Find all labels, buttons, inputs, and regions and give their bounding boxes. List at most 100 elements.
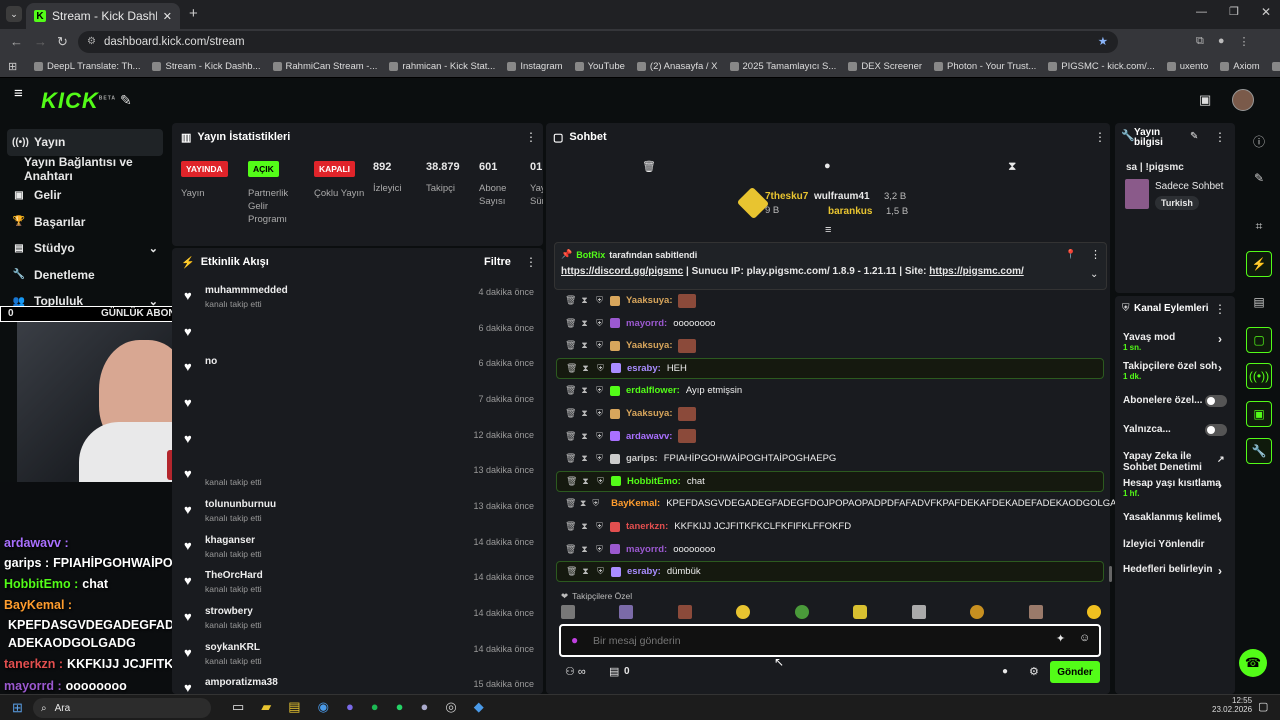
leader-3-name[interactable]: barankus: [828, 206, 872, 217]
bookmark-item[interactable]: (2) Anasayfa / X: [636, 61, 718, 72]
timeout-icon[interactable]: ⧗: [580, 521, 589, 532]
bookmark-item[interactable]: uxento: [1166, 61, 1208, 72]
timeout-icon[interactable]: ⧗: [580, 498, 586, 509]
channel-action-item[interactable]: Yalnızca...: [1123, 424, 1235, 436]
activity-item[interactable]: ♥ tolununburnuu kanalı takip etti 13 dakika…: [184, 498, 534, 534]
bookmark-item[interactable]: RahmiCan Stream -...: [272, 61, 377, 72]
timeout-icon[interactable]: ⧗: [581, 566, 590, 577]
whatsapp-icon[interactable]: ●: [396, 699, 404, 715]
bookmark-item[interactable]: Instagram: [507, 61, 563, 72]
document-icon[interactable]: ▤: [1246, 289, 1272, 315]
folder-icon[interactable]: ▤: [288, 699, 300, 715]
site-link[interactable]: https://pigsmc.com/: [929, 266, 1023, 277]
delete-icon[interactable]: 🗑: [565, 544, 576, 555]
chat-scrollbar[interactable]: [1109, 566, 1112, 582]
ban-shield-icon[interactable]: ⛨: [595, 521, 604, 532]
channel-action-item[interactable]: Yasaklanmış kelimel ›: [1123, 512, 1235, 526]
windows-start-icon[interactable]: ⊞: [12, 700, 23, 716]
activity-user[interactable]: strowbery: [205, 606, 253, 617]
pencil-icon[interactable]: ✎: [1246, 165, 1272, 191]
delete-icon[interactable]: 🗑: [565, 453, 576, 464]
bookmark-star-icon[interactable]: ★: [1098, 31, 1108, 53]
toggle-switch[interactable]: [1205, 395, 1227, 407]
ban-shield-icon[interactable]: ⛨: [596, 363, 605, 374]
bookmark-item[interactable]: rahmican - Kick Stat...: [389, 61, 495, 72]
chat-username[interactable]: esraby:: [627, 363, 661, 374]
obs-icon[interactable]: ◎: [445, 699, 456, 715]
edit-pencil-icon[interactable]: ✎: [1190, 131, 1198, 142]
window-close-button[interactable]: ✕: [1261, 5, 1271, 19]
activity-item[interactable]: ♥ 12 dakika önce: [184, 427, 534, 463]
bolt-widget-icon[interactable]: ⚡: [1246, 251, 1272, 277]
delete-icon[interactable]: 🗑: [566, 363, 577, 374]
chevron-right-icon[interactable]: ›: [1218, 564, 1222, 578]
mic-icon[interactable]: ●: [571, 633, 578, 647]
emote-6[interactable]: [853, 605, 868, 619]
ban-shield-icon[interactable]: ⛨: [595, 408, 604, 419]
bookmark-item[interactable]: YouTube: [574, 61, 625, 72]
category-name[interactable]: Sadece Sohbet: [1155, 181, 1223, 192]
forward-arrow-icon[interactable]: →: [34, 34, 47, 49]
channel-action-item[interactable]: Yapay Zeka ile Sohbet Denetimi ↗: [1123, 451, 1235, 473]
ban-shield-icon[interactable]: ⛨: [595, 431, 604, 442]
chevron-right-icon[interactable]: ›: [1218, 361, 1222, 375]
apps-grid-icon[interactable]: ⊞: [8, 60, 17, 73]
unpin-icon[interactable]: 📍: [1065, 249, 1076, 260]
emote-1[interactable]: [561, 605, 575, 619]
send-button[interactable]: Gönder: [1050, 661, 1100, 683]
timeout-icon[interactable]: ⧗: [580, 385, 589, 396]
delete-icon[interactable]: 🗑: [566, 476, 577, 487]
tab-close-icon[interactable]: ✕: [163, 10, 172, 23]
url-bar[interactable]: ⚙ dashboard.kick.com/stream ★: [78, 31, 1118, 53]
sidebar-item[interactable]: ((•)) Yayın: [7, 129, 163, 156]
activity-user[interactable]: soykanKRL: [205, 642, 260, 653]
bookmark-item[interactable]: 2025 Tamamlayıcı S...: [729, 61, 836, 72]
browser-tab[interactable]: K Stream - Kick Dashboard ✕: [26, 3, 180, 29]
emote-3[interactable]: [677, 605, 692, 619]
wallet-widget-icon[interactable]: ▣: [1246, 401, 1272, 427]
broadcast-icon[interactable]: ((•)): [1246, 363, 1272, 389]
emote-4[interactable]: [736, 605, 751, 619]
ai-assist-icon[interactable]: ✦: [1056, 632, 1065, 645]
sidebar-item[interactable]: 🏆 Başarılar: [0, 209, 170, 236]
reload-icon[interactable]: ↻: [57, 34, 68, 50]
timeout-icon[interactable]: ⧗: [580, 318, 589, 329]
emote-5[interactable]: [794, 605, 809, 619]
chat-bubble-small-icon[interactable]: ●: [1002, 666, 1008, 677]
activity-item[interactable]: ♥ 6 dakika önce: [184, 320, 534, 356]
wallet-icon[interactable]: ▣: [1199, 92, 1211, 108]
activity-item[interactable]: ♥ khaganser kanalı takip etti 14 dakika önc…: [184, 534, 534, 570]
back-arrow-icon[interactable]: ←: [10, 34, 23, 49]
bookmark-item[interactable]: Axiom: [1220, 61, 1260, 72]
chat-input-box[interactable]: ● ✦ ☺: [559, 624, 1101, 657]
maximize-button[interactable]: ❐: [1229, 5, 1239, 18]
chat-username[interactable]: garips:: [626, 453, 658, 464]
ban-shield-icon[interactable]: ⛨: [595, 453, 604, 464]
delete-icon[interactable]: 🗑: [565, 385, 576, 396]
user-avatar[interactable]: [1232, 89, 1254, 111]
activity-user[interactable]: TheOrcHard: [205, 570, 263, 581]
ban-shield-icon[interactable]: ⛨: [595, 385, 604, 396]
chat-username[interactable]: tanerkzn:: [626, 521, 668, 532]
sidebar-item[interactable]: ▣ Gelir: [0, 182, 170, 209]
gift-box-icon[interactable]: ▤: [609, 665, 619, 678]
filter-button[interactable]: Filtre: [484, 256, 511, 268]
trash-icon[interactable]: 🗑: [642, 160, 656, 173]
activity-user[interactable]: no: [205, 356, 217, 367]
ban-shield-icon[interactable]: ⛨: [595, 295, 604, 306]
delete-icon[interactable]: 🗑: [565, 318, 576, 329]
chat-username[interactable]: esraby:: [627, 566, 661, 577]
chat-username[interactable]: mayorrd:: [626, 544, 667, 555]
activity-menu-icon[interactable]: ⋮: [525, 255, 537, 269]
delete-icon[interactable]: 🗑: [565, 431, 576, 442]
hourglass-icon[interactable]: ⧗: [1008, 159, 1016, 174]
timeout-icon[interactable]: ⧗: [581, 363, 590, 374]
menu-dots-icon[interactable]: ⋮: [1239, 35, 1250, 48]
spotify-icon[interactable]: ●: [371, 699, 379, 715]
activity-item[interactable]: ♥ strowbery kanalı takip etti 14 dakika önc…: [184, 605, 534, 641]
discord-icon[interactable]: ●: [346, 699, 354, 715]
timeout-icon[interactable]: ⧗: [580, 453, 589, 464]
delete-icon[interactable]: 🗑: [565, 295, 576, 306]
stats-menu-icon[interactable]: ⋮: [525, 130, 537, 144]
bookmark-item[interactable]: PIGSMC - kick.com/...: [1048, 61, 1155, 72]
